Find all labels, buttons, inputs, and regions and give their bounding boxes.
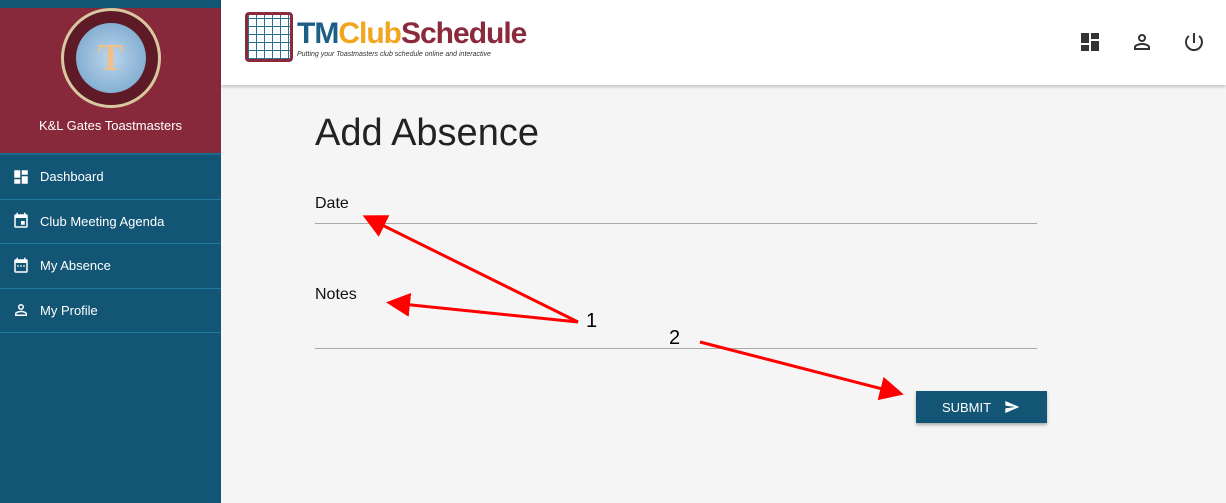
date-label: Date	[315, 195, 349, 212]
app-logo[interactable]: TMClubSchedule Putting your Toastmasters…	[245, 12, 527, 62]
sidebar-item-label: Club Meeting Agenda	[40, 213, 165, 229]
logo-text-tm: TM	[297, 16, 339, 50]
club-name: K&L Gates Toastmasters	[38, 118, 183, 133]
sidebar-item-my-profile[interactable]: My Profile	[0, 289, 221, 333]
submit-label: SUBMIT	[941, 399, 992, 415]
logo-tagline: Putting your Toastmasters club schedule …	[297, 50, 491, 58]
person-icon	[15, 304, 27, 317]
page-title: Add Absence	[315, 112, 539, 154]
date-field[interactable]: Date	[315, 195, 1037, 224]
notes-label: Notes	[315, 286, 357, 303]
event-icon	[14, 213, 28, 228]
sidebar-item-label: My Profile	[40, 302, 98, 318]
toastmasters-logo: T	[60, 8, 161, 108]
logo-text-schedule: Schedule	[400, 16, 527, 50]
calendar-logo-icon	[245, 12, 293, 62]
send-icon	[1005, 401, 1020, 413]
annotation-label-1: 1	[586, 310, 598, 332]
logo-text-club: Club	[338, 16, 402, 50]
calendar-icon	[14, 257, 28, 273]
sidebar-item-dashboard[interactable]: Dashboard	[0, 155, 221, 200]
sidebar: T K&L Gates Toastmasters Dashboard Club …	[0, 0, 221, 503]
power-icon[interactable]	[1182, 30, 1206, 54]
sidebar-item-my-absence[interactable]: My Absence	[0, 244, 221, 289]
sidebar-item-label: Dashboard	[40, 169, 104, 185]
annotation-label-2: 2	[669, 327, 681, 349]
dashboard-icon	[14, 170, 28, 184]
top-header: TMClubSchedule Putting your Toastmasters…	[221, 0, 1226, 85]
arrow-to-submit	[699, 340, 904, 401]
dashboard-icon[interactable]	[1078, 30, 1102, 54]
submit-button[interactable]: SUBMIT	[916, 391, 1047, 423]
club-brand: T K&L Gates Toastmasters	[0, 8, 221, 155]
sidebar-item-label: My Absence	[40, 258, 111, 274]
person-icon[interactable]	[1130, 30, 1154, 54]
sidebar-item-club-meeting-agenda[interactable]: Club Meeting Agenda	[0, 200, 221, 244]
